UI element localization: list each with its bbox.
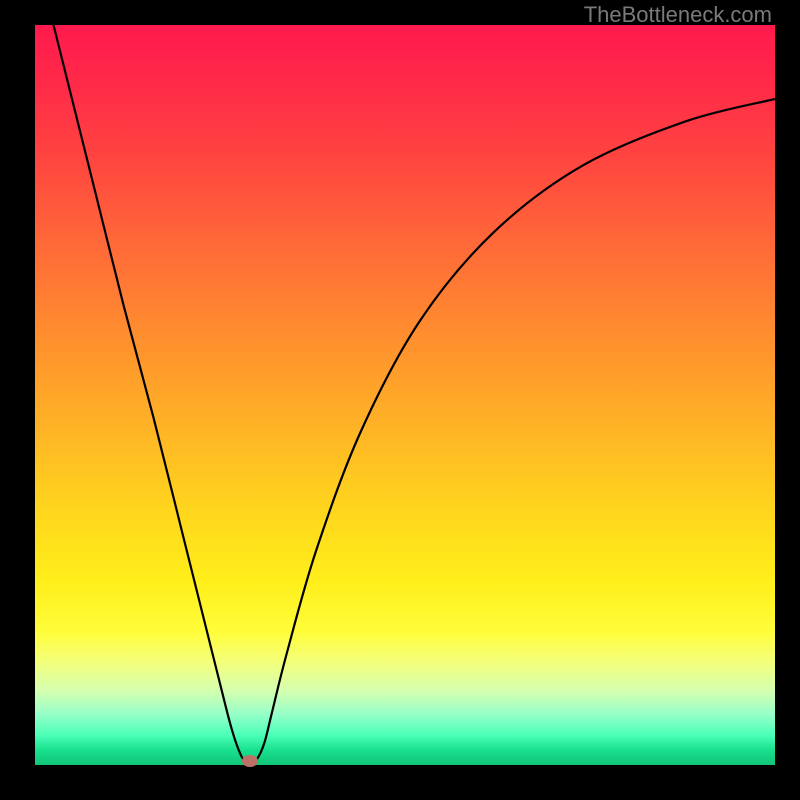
optimum-marker — [242, 755, 258, 767]
chart-frame: TheBottleneck.com — [0, 0, 800, 800]
watermark-text: TheBottleneck.com — [584, 2, 772, 28]
plot-area — [35, 25, 775, 765]
curve-svg — [35, 25, 775, 765]
bottleneck-curve-path — [35, 25, 775, 765]
